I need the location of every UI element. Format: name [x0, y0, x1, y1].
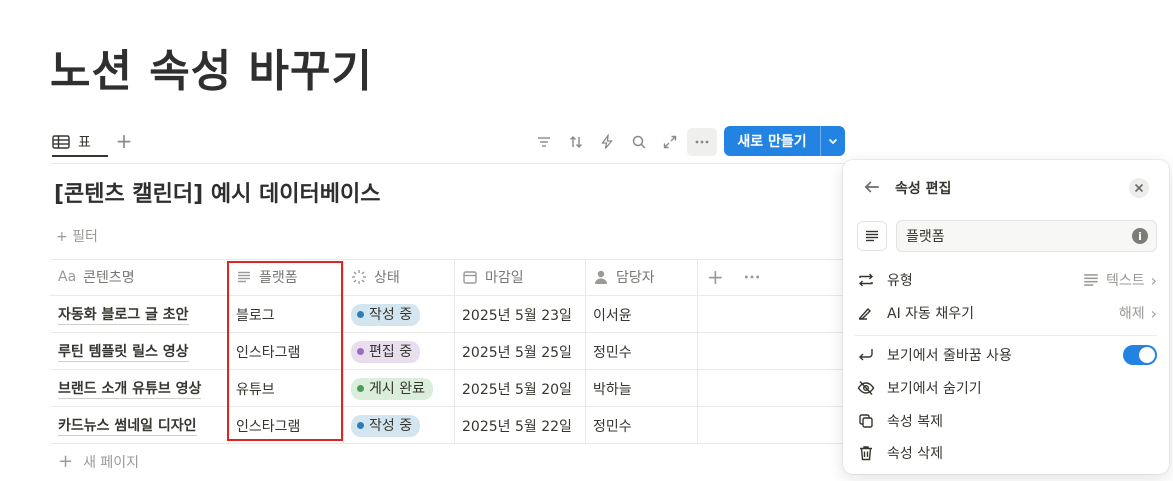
- sort-icon[interactable]: [562, 128, 590, 156]
- close-icon[interactable]: [1129, 178, 1149, 198]
- status-badge: 작성 중: [351, 303, 421, 326]
- swap-icon: [859, 273, 873, 287]
- status-badge: 게시 완료: [351, 377, 433, 400]
- column-divider: [697, 259, 698, 444]
- ai-autofill-value: 해제: [1118, 306, 1145, 322]
- tab-table-view[interactable]: 표: [52, 128, 91, 156]
- hide-in-view-label: 보기에서 숨기기: [887, 381, 982, 397]
- wrap-text-label: 보기에서 줄바꿈 사용: [887, 348, 1012, 364]
- property-type-row[interactable]: 유형 텍스트 ›: [857, 264, 1157, 296]
- info-icon[interactable]: i: [1132, 228, 1148, 244]
- new-page-label: 새 페이지: [83, 454, 140, 471]
- table-cell-status[interactable]: 작성 중: [343, 296, 421, 333]
- panel-title: 속성 편집: [895, 181, 952, 197]
- toggle-knob: [1139, 347, 1155, 363]
- table-cell-deadline[interactable]: 2025년 5월 22일: [454, 407, 572, 444]
- column-header-deadline[interactable]: 마감일: [454, 259, 585, 295]
- loader-icon: [352, 270, 366, 284]
- person-icon: [595, 270, 607, 284]
- column-header-owner[interactable]: 담당자: [585, 259, 697, 295]
- status-badge: 작성 중: [351, 414, 421, 437]
- column-header-status[interactable]: 상태: [343, 259, 454, 295]
- property-name-input[interactable]: 플랫폼 i: [896, 220, 1157, 252]
- filter-label: + 필터: [56, 229, 98, 245]
- table-cell-owner[interactable]: 박하늘: [585, 370, 632, 407]
- pen-icon: [858, 307, 871, 320]
- lines-icon: [1084, 274, 1098, 286]
- table-cell-status[interactable]: 편집 중: [343, 333, 421, 370]
- filter-icon[interactable]: [530, 128, 558, 156]
- back-arrow-icon[interactable]: [863, 178, 881, 196]
- table-row-name[interactable]: 자동화 블로그 글 초안: [50, 296, 189, 333]
- column-header-label: 콘텐츠명: [83, 270, 135, 286]
- new-page-button[interactable]: + 새 페이지: [58, 451, 139, 472]
- table-row-name[interactable]: 카드뉴스 썸네일 디자인: [50, 407, 197, 444]
- table-cell-status[interactable]: 게시 완료: [343, 370, 433, 407]
- more-properties-icon[interactable]: [743, 268, 761, 286]
- wrap-icon: [859, 349, 873, 361]
- platform-column-highlight: [227, 261, 343, 441]
- more-options-icon[interactable]: [687, 128, 717, 156]
- duplicate-label: 속성 복제: [887, 414, 943, 430]
- text-aa-icon: Aa: [58, 269, 77, 285]
- chevron-right-icon: ›: [1150, 303, 1157, 323]
- table-row-name[interactable]: 브랜드 소개 유튜브 영상: [50, 370, 202, 407]
- new-button-label: 새로 만들기: [737, 134, 807, 150]
- table-row-name[interactable]: 루틴 템플릿 릴스 영상: [50, 333, 189, 370]
- wrap-toggle[interactable]: [1123, 345, 1157, 365]
- tab-label: 표: [78, 135, 91, 151]
- active-tab-indicator: [52, 155, 108, 157]
- status-dot: [357, 385, 364, 392]
- lines-icon: [866, 230, 878, 242]
- chevron-right-icon: ›: [1150, 270, 1157, 290]
- hide-in-view-row[interactable]: 보기에서 숨기기: [857, 372, 1157, 404]
- table-cell-deadline[interactable]: 2025년 5월 20일: [454, 370, 572, 407]
- status-dot: [357, 422, 364, 429]
- eye-off-icon: [857, 381, 875, 395]
- table-icon: [52, 135, 70, 149]
- add-property-button[interactable]: +: [707, 266, 724, 288]
- table-cell-status[interactable]: 작성 중: [343, 407, 421, 444]
- page-title: 노션 속성 바꾸기: [50, 46, 373, 97]
- property-edit-panel: 속성 편집 플랫폼 i 유형 텍스트 › AI 자동 채우기 해제 › 보기에서…: [843, 160, 1169, 474]
- search-icon[interactable]: [625, 128, 653, 156]
- lightning-icon[interactable]: [593, 128, 621, 156]
- ai-autofill-label: AI 자동 채우기: [887, 306, 975, 322]
- table-cell-owner[interactable]: 이서윤: [585, 296, 632, 333]
- column-header-label: 담당자: [616, 270, 655, 286]
- property-icon-picker[interactable]: [857, 221, 887, 251]
- chevron-down-icon[interactable]: [821, 135, 845, 147]
- type-label: 유형: [887, 273, 913, 289]
- new-button[interactable]: 새로 만들기: [724, 126, 845, 156]
- trash-icon: [860, 446, 872, 461]
- panel-divider: [855, 335, 1157, 336]
- add-view-button[interactable]: +: [114, 128, 134, 154]
- ai-autofill-row[interactable]: AI 자동 채우기 해제 ›: [857, 297, 1157, 329]
- table-cell-deadline[interactable]: 2025년 5월 25일: [454, 333, 572, 370]
- column-header-label: 상태: [374, 270, 400, 286]
- table-cell-owner[interactable]: 정민수: [585, 333, 632, 370]
- status-badge: 편집 중: [351, 340, 421, 363]
- status-dot: [357, 311, 364, 318]
- wrap-text-row[interactable]: 보기에서 줄바꿈 사용: [857, 339, 1157, 371]
- database-title[interactable]: [콘텐츠 캘린더] 예시 데이터베이스: [54, 176, 380, 208]
- expand-icon[interactable]: [656, 128, 684, 156]
- column-header-name[interactable]: Aa 콘텐츠명: [50, 259, 228, 295]
- add-filter-button[interactable]: + 필터: [56, 226, 98, 246]
- column-header-label: 마감일: [485, 270, 524, 286]
- plus-icon: +: [58, 451, 74, 472]
- table-cell-deadline[interactable]: 2025년 5월 23일: [454, 296, 572, 333]
- delete-property-row[interactable]: 속성 삭제: [857, 437, 1157, 469]
- toolbar-divider: [50, 163, 845, 164]
- table-cell-owner[interactable]: 정민수: [585, 407, 632, 444]
- duplicate-property-row[interactable]: 속성 복제: [857, 405, 1157, 437]
- status-dot: [357, 348, 364, 355]
- copy-icon: [859, 414, 873, 428]
- delete-label: 속성 삭제: [887, 446, 943, 462]
- type-value: 텍스트: [1105, 273, 1145, 289]
- calendar-icon: [463, 271, 477, 284]
